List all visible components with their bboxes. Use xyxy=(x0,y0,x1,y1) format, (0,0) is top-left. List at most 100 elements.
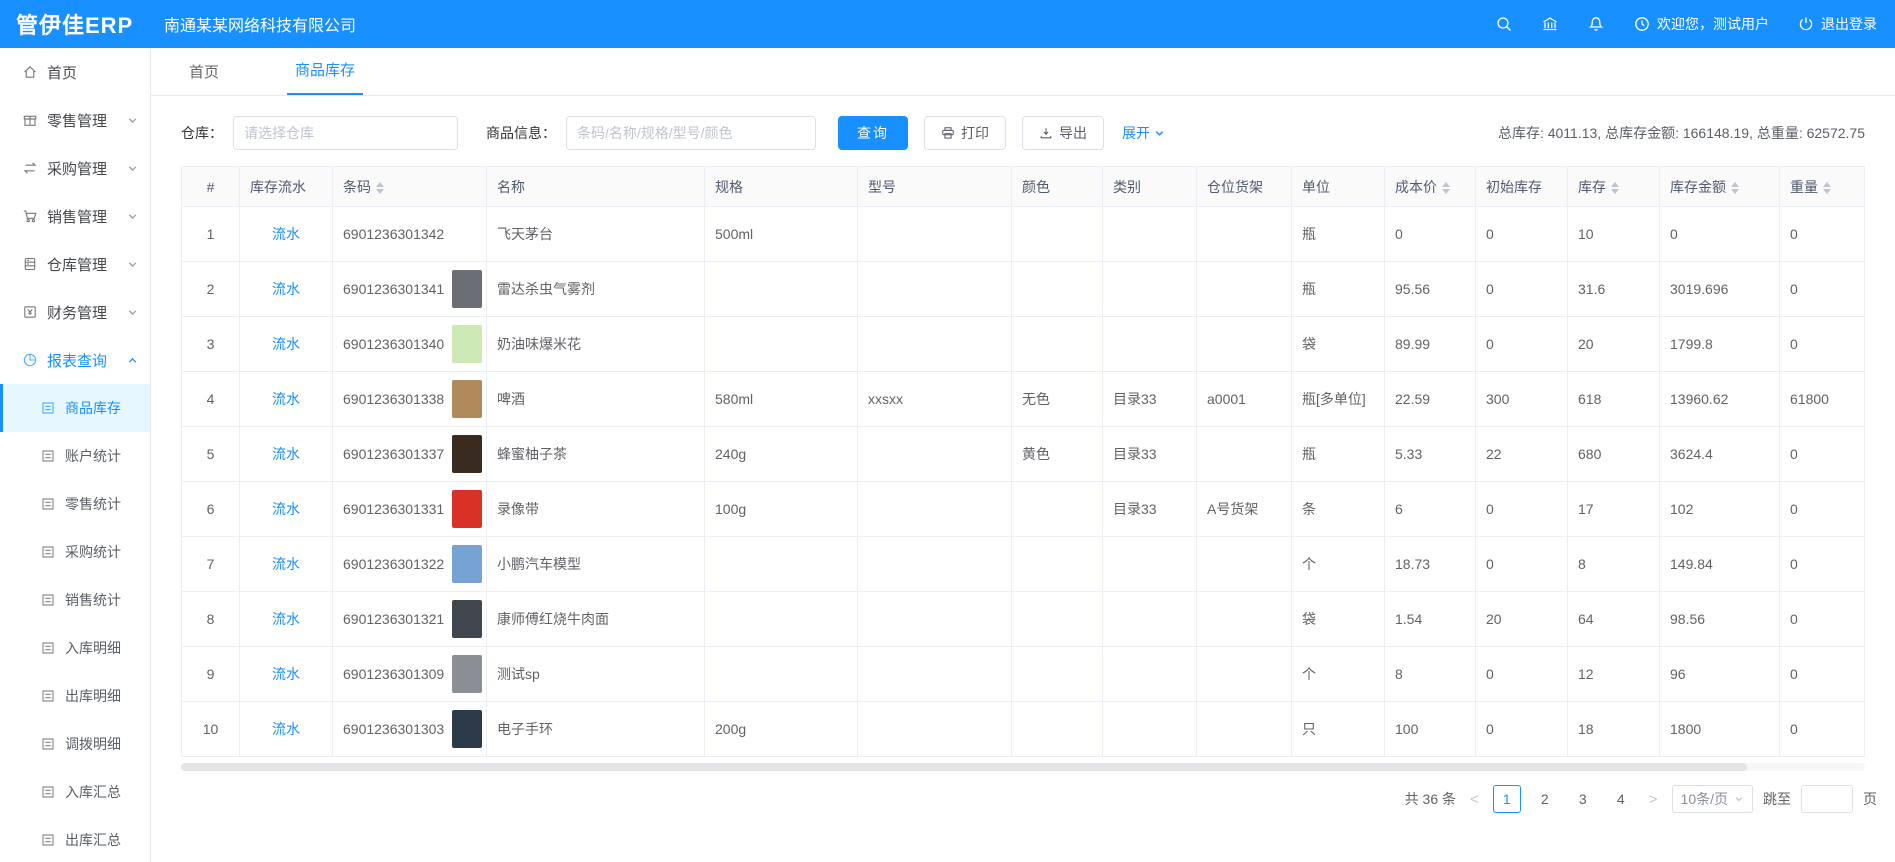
product-thumbnail[interactable] xyxy=(452,710,482,748)
sort-carets-icon[interactable] xyxy=(1442,182,1450,194)
row-index: 4 xyxy=(182,372,240,427)
product-thumbnail[interactable] xyxy=(452,325,482,363)
sidebar-item-warehouse[interactable]: 仓库管理 xyxy=(0,240,150,288)
logout-label: 退出登录 xyxy=(1821,14,1877,34)
doc-icon xyxy=(40,832,56,848)
flow-link[interactable]: 流水 xyxy=(272,611,300,627)
table-row: 9流水6901236301309测试sp个8012960 xyxy=(182,647,1865,702)
export-button[interactable]: 导出 xyxy=(1022,116,1104,150)
sidebar-item-outbound-summary[interactable]: 出库汇总 xyxy=(0,816,150,862)
sidebar-item-retail[interactable]: 零售管理 xyxy=(0,96,150,144)
sort-carets-icon[interactable] xyxy=(1823,182,1831,194)
sidebar-item-reports[interactable]: 报表查询 xyxy=(0,336,150,384)
color xyxy=(1012,702,1103,757)
model xyxy=(858,427,1012,482)
sort-carets-icon[interactable] xyxy=(376,182,384,194)
page-button-3[interactable]: 3 xyxy=(1569,785,1597,813)
page-size-select[interactable]: 10条/页 xyxy=(1672,785,1753,813)
color xyxy=(1012,262,1103,317)
horizontal-scrollbar[interactable] xyxy=(181,763,1865,771)
flow-link[interactable]: 流水 xyxy=(272,226,300,242)
table-row: 5流水6901236301337蜂蜜柚子茶240g黄色目录33瓶5.332268… xyxy=(182,427,1865,482)
column-header: 类别 xyxy=(1103,167,1197,207)
column-header[interactable]: 成本价 xyxy=(1385,167,1476,207)
unit: 瓶 xyxy=(1292,262,1385,317)
row-index: 8 xyxy=(182,592,240,647)
flow-link[interactable]: 流水 xyxy=(272,446,300,462)
row-index: 7 xyxy=(182,537,240,592)
next-page-button[interactable]: > xyxy=(1645,791,1662,808)
sidebar-item-label: 首页 xyxy=(47,62,77,83)
chevron-down-icon xyxy=(127,307,138,318)
flow-link[interactable]: 流水 xyxy=(272,721,300,737)
search-icon[interactable] xyxy=(1495,15,1513,33)
sidebar-item-retail-stats[interactable]: 零售统计 xyxy=(0,480,150,528)
user-menu[interactable]: 欢迎您，测试用户 xyxy=(1633,14,1769,34)
print-button[interactable]: 打印 xyxy=(924,116,1006,150)
column-header: 初始库存 xyxy=(1476,167,1568,207)
tab-goods-stock[interactable]: 商品库存 xyxy=(287,59,363,95)
sidebar-item-label: 零售管理 xyxy=(47,110,107,131)
sidebar-item-inbound-detail[interactable]: 入库明细 xyxy=(0,624,150,672)
sidebar-item-sales[interactable]: 销售管理 xyxy=(0,192,150,240)
product-thumbnail[interactable] xyxy=(452,655,482,693)
page-button-1[interactable]: 1 xyxy=(1493,785,1521,813)
sidebar-item-purchase-stats[interactable]: 采购统计 xyxy=(0,528,150,576)
flow-link[interactable]: 流水 xyxy=(272,391,300,407)
product-thumbnail[interactable] xyxy=(452,545,482,583)
search-button[interactable]: 查询 xyxy=(838,116,908,150)
sidebar-item-label: 销售统计 xyxy=(65,590,121,610)
prev-page-button[interactable]: < xyxy=(1466,791,1483,808)
product-thumbnail[interactable] xyxy=(452,270,482,308)
filter-row: 仓库： 商品信息： 查询 打印 导出 展开 总库存: 4011.13, 总库存金… xyxy=(181,116,1865,150)
jump-page-input[interactable] xyxy=(1801,785,1853,813)
product-thumbnail[interactable] xyxy=(452,600,482,638)
column-header[interactable]: 库存 xyxy=(1568,167,1660,207)
flow-link[interactable]: 流水 xyxy=(272,336,300,352)
color: 黄色 xyxy=(1012,427,1103,482)
gift-icon xyxy=(22,112,38,128)
product-name: 奶油味爆米花 xyxy=(487,317,705,372)
column-header[interactable]: 库存金额 xyxy=(1660,167,1780,207)
sidebar-item-finance[interactable]: 财务管理 xyxy=(0,288,150,336)
sidebar-item-inbound-summary[interactable]: 入库汇总 xyxy=(0,768,150,816)
column-header[interactable]: 重量 xyxy=(1780,167,1865,207)
sidebar-item-goods-stock[interactable]: 商品库存 xyxy=(0,384,150,432)
tab-home[interactable]: 首页 xyxy=(181,61,227,95)
flow-link[interactable]: 流水 xyxy=(272,501,300,517)
warehouse-select[interactable] xyxy=(233,116,458,150)
sort-carets-icon[interactable] xyxy=(1611,182,1619,194)
top-right-actions: 欢迎您，测试用户 退出登录 xyxy=(1495,14,1895,34)
sort-carets-icon[interactable] xyxy=(1731,182,1739,194)
flow-link[interactable]: 流水 xyxy=(272,281,300,297)
bell-icon[interactable] xyxy=(1587,15,1605,33)
flow-link[interactable]: 流水 xyxy=(272,666,300,682)
sidebar-item-label: 仓库管理 xyxy=(47,254,107,275)
sidebar-item-sales-stats[interactable]: 销售统计 xyxy=(0,576,150,624)
product-thumbnail[interactable] xyxy=(452,380,482,418)
column-header[interactable]: 条码 xyxy=(333,167,487,207)
sidebar-item-outbound-detail[interactable]: 出库明细 xyxy=(0,672,150,720)
product-thumbnail[interactable] xyxy=(452,490,482,528)
expand-link[interactable]: 展开 xyxy=(1122,123,1165,143)
row-index: 1 xyxy=(182,207,240,262)
logout-button[interactable]: 退出登录 xyxy=(1797,14,1877,34)
page-button-2[interactable]: 2 xyxy=(1531,785,1559,813)
sidebar-item-transfer-detail[interactable]: 调拨明细 xyxy=(0,720,150,768)
company-name: 南通某某网络科技有限公司 xyxy=(164,12,356,36)
sidebar-item-home[interactable]: 首页 xyxy=(0,48,150,96)
scrollbar-thumb[interactable] xyxy=(181,763,1747,771)
doc-icon xyxy=(40,544,56,560)
category xyxy=(1103,317,1197,372)
row-index: 3 xyxy=(182,317,240,372)
weight: 0 xyxy=(1780,317,1865,372)
page-button-4[interactable]: 4 xyxy=(1607,785,1635,813)
pie-icon xyxy=(22,352,38,368)
doc-icon xyxy=(40,784,56,800)
product-info-input[interactable] xyxy=(566,116,816,150)
bank-icon[interactable] xyxy=(1541,15,1559,33)
sidebar-item-purchase[interactable]: 采购管理 xyxy=(0,144,150,192)
product-thumbnail[interactable] xyxy=(452,435,482,473)
flow-link[interactable]: 流水 xyxy=(272,556,300,572)
sidebar-item-account-stats[interactable]: 账户统计 xyxy=(0,432,150,480)
